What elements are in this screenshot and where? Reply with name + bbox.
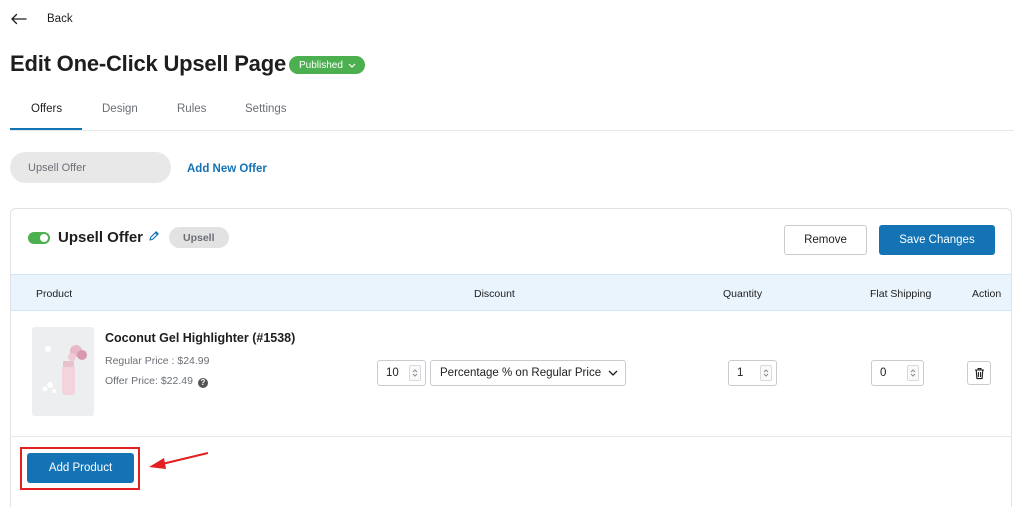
chevron-down-icon — [608, 370, 618, 376]
product-thumbnail — [32, 327, 94, 416]
quantity-stepper[interactable]: 1 — [728, 360, 777, 386]
tab-offers[interactable]: Offers — [31, 103, 62, 115]
offer-type-badge: Upsell — [169, 227, 229, 248]
discount-value: 10 — [386, 367, 399, 379]
status-label: Published — [299, 59, 343, 71]
offer-price-line: Offer Price: $22.49? — [105, 375, 208, 388]
tab-rules[interactable]: Rules — [177, 103, 206, 115]
pencil-icon[interactable] — [148, 229, 160, 247]
tab-bar: Offers Design Rules Settings — [10, 94, 1014, 131]
discount-type-select[interactable]: Percentage % on Regular Price — [430, 360, 626, 386]
products-table-header: Product Discount Quantity Flat Shipping … — [11, 274, 1011, 311]
delete-product-button[interactable] — [967, 361, 991, 385]
column-header-action: Action — [972, 288, 1002, 300]
column-header-product: Product — [36, 288, 73, 300]
tab-design[interactable]: Design — [102, 103, 138, 115]
trash-icon — [974, 367, 984, 379]
offer-enabled-toggle[interactable] — [28, 232, 50, 244]
status-dropdown[interactable]: Published — [289, 56, 365, 74]
discount-value-input[interactable]: 10 — [377, 360, 426, 386]
quantity-value: 1 — [737, 367, 744, 379]
column-header-discount: Discount — [474, 288, 515, 300]
offer-selector-upsell[interactable]: Upsell Offer — [10, 152, 171, 183]
red-arrow-icon — [149, 452, 209, 469]
active-tab-indicator — [10, 128, 82, 130]
add-new-offer-link[interactable]: Add New Offer — [187, 163, 267, 175]
back-label: Back — [47, 13, 73, 25]
flat-shipping-value: 0 — [880, 367, 887, 379]
regular-price: Regular Price : $24.99 — [105, 355, 210, 367]
page-title: Edit One-Click Upsell Page — [10, 51, 286, 76]
table-row: Coconut Gel Highlighter (#1538) Regular … — [11, 311, 1011, 437]
flat-shipping-stepper[interactable]: 0 — [871, 360, 924, 386]
offer-price: Offer Price: $22.49 — [105, 375, 193, 387]
remove-offer-button[interactable]: Remove — [784, 225, 867, 255]
tab-settings[interactable]: Settings — [245, 103, 287, 115]
discount-type: Percentage % on Regular Price — [440, 367, 602, 379]
up-down-arrows-icon[interactable] — [409, 365, 421, 381]
question-circle-icon[interactable]: ? — [197, 377, 208, 388]
column-header-flat-shipping: Flat Shipping — [870, 288, 932, 300]
column-header-quantity: Quantity — [723, 288, 763, 300]
offer-title: Upsell Offer — [58, 229, 144, 246]
chevron-down-icon — [348, 63, 356, 68]
up-down-arrows-icon[interactable] — [907, 365, 919, 381]
save-changes-button[interactable]: Save Changes — [879, 225, 995, 255]
arrow-left-icon — [11, 13, 27, 25]
add-product-button[interactable]: Add Product — [27, 453, 134, 483]
product-name: Coconut Gel Highlighter (#1538) — [105, 331, 296, 345]
back-link[interactable]: Back — [10, 13, 73, 25]
toggle-knob — [40, 234, 48, 242]
up-down-arrows-icon[interactable] — [760, 365, 772, 381]
